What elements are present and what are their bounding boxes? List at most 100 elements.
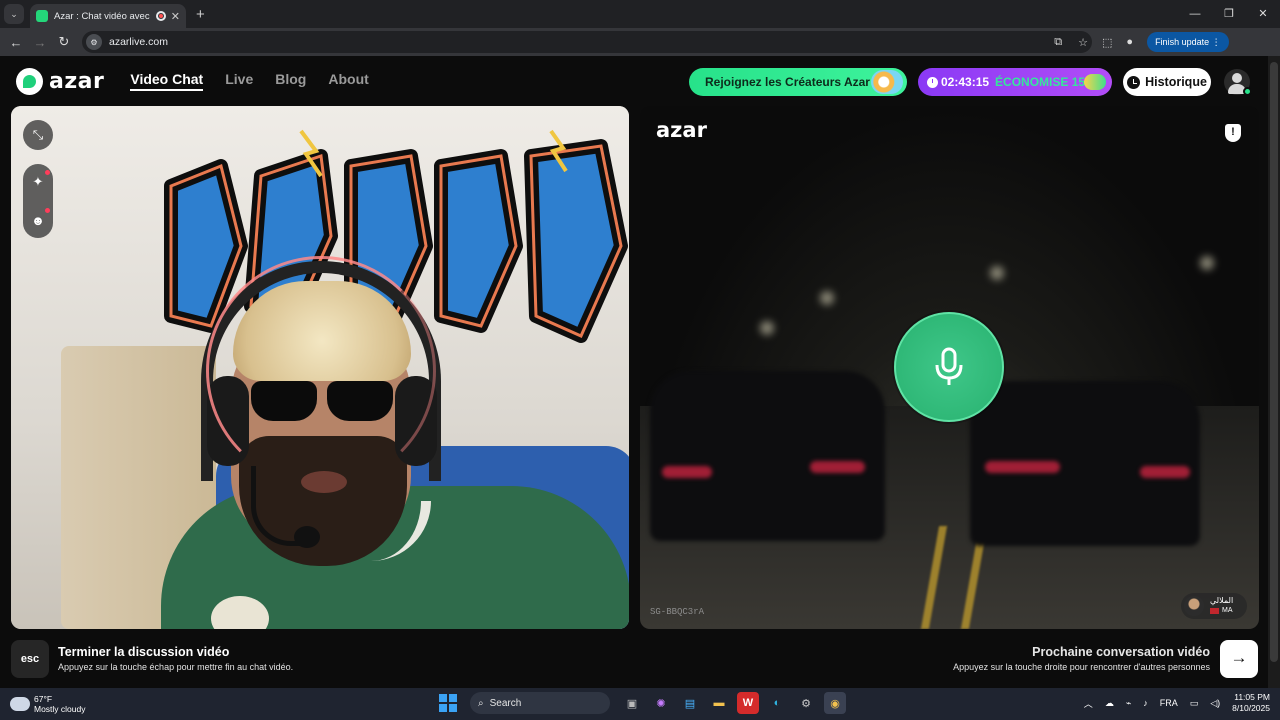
next-chat-arrow-button[interactable]: →	[1220, 640, 1258, 678]
network-icon[interactable]: ⌁	[1126, 698, 1131, 709]
install-app-icon[interactable]: ⧉	[1054, 36, 1062, 49]
browser-tab-bar: ⌄ Azar : Chat vidéo avec de n ✕ + — ❐ ✕	[0, 0, 1280, 28]
top-navbar: azar Video Chat Live Blog About Rejoigne…	[0, 56, 1268, 106]
volume-icon[interactable]: ◁)	[1210, 698, 1220, 709]
end-chat-hint: Appuyez sur la touche échap pour mettre …	[58, 662, 294, 672]
nav-blog[interactable]: Blog	[275, 71, 306, 91]
settings-gear-icon[interactable]: ⚙	[795, 692, 817, 714]
clock-date: 8/10/2025	[1232, 703, 1270, 713]
peer-country-code: MA	[1222, 607, 1233, 614]
extensions-icon[interactable]: ⬚	[1102, 36, 1112, 49]
tail-light	[1140, 466, 1190, 478]
browser-toolbar: ← → ↻ ⚙ azarlive.com ⧉ ☆ ⬚ ● Finish upda…	[0, 28, 1280, 56]
page-scrollbar[interactable]	[1268, 56, 1280, 688]
camera-tools: ⤡ ✦ ☻	[23, 120, 53, 238]
tab-search-button[interactable]: ⌄	[4, 4, 24, 24]
clock-icon	[1127, 75, 1141, 89]
tail-light	[810, 461, 865, 473]
self-video-panel: ⤡ ✦ ☻	[11, 106, 629, 629]
main-nav: Video Chat Live Blog About	[130, 71, 369, 91]
tail-light	[662, 466, 712, 478]
peer-video-panel: azar ! SG-BBQC3rA الملالي MA	[640, 106, 1259, 629]
site-info-icon[interactable]: ⚙	[86, 34, 102, 50]
azar-favicon-icon	[36, 10, 48, 22]
nav-video-chat[interactable]: Video Chat	[130, 71, 204, 91]
new-tab-button[interactable]: +	[196, 6, 205, 23]
taskbar-clock[interactable]: 11:05 PM 8/10/2025	[1232, 692, 1270, 714]
forward-button[interactable]: →	[28, 35, 52, 50]
file-explorer-icon[interactable]: ▬	[708, 692, 730, 714]
minimize-video-icon[interactable]: ⤡	[23, 120, 53, 150]
gems-icon	[1084, 74, 1106, 90]
taskbar-search[interactable]: ⌕ Search	[470, 692, 610, 714]
close-window-button[interactable]: ✕	[1246, 0, 1280, 28]
morocco-flag-icon	[1210, 608, 1219, 614]
online-status-dot	[1243, 87, 1252, 96]
street-light	[1200, 256, 1214, 270]
microphone-icon	[935, 347, 963, 385]
address-bar[interactable]: ⚙ azarlive.com ⧉ ☆	[82, 31, 1092, 53]
tray-overflow-chevron-icon[interactable]: ︿	[1084, 697, 1093, 710]
mic-tray-icon[interactable]: ♪	[1143, 698, 1148, 708]
profile-icon[interactable]: ●	[1126, 36, 1133, 48]
weather-widget[interactable]: 67°F Mostly cloudy	[10, 693, 86, 714]
user-avatar-icon[interactable]	[1224, 69, 1252, 96]
language-indicator[interactable]: FRA	[1160, 698, 1178, 708]
azar-logo-icon	[16, 67, 43, 95]
scrollbar-thumb[interactable]	[1270, 62, 1278, 662]
nav-about[interactable]: About	[328, 71, 368, 91]
url-text: azarlive.com	[109, 36, 168, 48]
restore-button[interactable]: ❐	[1212, 0, 1246, 28]
peer-profile-tag[interactable]: الملالي MA	[1181, 593, 1247, 619]
task-view-icon[interactable]: ▣	[621, 692, 643, 714]
next-chat-hint: Appuyez sur la touche droite pour rencon…	[953, 662, 1210, 672]
face-filter-icon[interactable]: ☻	[26, 208, 50, 232]
minimize-button[interactable]: —	[1178, 0, 1212, 28]
windows-start-icon[interactable]	[439, 694, 457, 712]
street-light	[990, 266, 1004, 280]
history-button[interactable]: Historique	[1123, 68, 1211, 96]
reload-button[interactable]: ↻	[52, 34, 76, 50]
wps-office-icon[interactable]: W	[737, 692, 759, 714]
peer-avatar	[1184, 596, 1204, 616]
peer-name: الملالي	[1210, 596, 1234, 605]
browser-tab-azar[interactable]: Azar : Chat vidéo avec de n ✕	[30, 4, 186, 28]
session-id: SG-BBQC3rA	[650, 607, 705, 617]
promo-offer-button[interactable]: 02:43:15 ÉCONOMISE 15%	[918, 68, 1112, 96]
street-light	[760, 321, 774, 335]
end-chat-esc-button[interactable]: esc	[11, 640, 49, 678]
end-chat-title: Terminer la discussion vidéo	[58, 645, 230, 659]
taskbar-apps: ⌕ Search ▣ ✺ ▤ ▬ W ◐ ⚙ ◉	[439, 692, 846, 714]
headset-rgb-light	[206, 256, 436, 486]
nav-live[interactable]: Live	[225, 71, 253, 91]
chrome-icon[interactable]: ◉	[824, 692, 846, 714]
audio-only-mic-indicator	[894, 312, 1004, 422]
close-tab-icon[interactable]: ✕	[171, 10, 180, 23]
azar-logo[interactable]: azar	[16, 67, 105, 95]
bookmark-star-icon[interactable]: ☆	[1078, 36, 1088, 49]
history-label: Historique	[1145, 75, 1207, 89]
edge-icon[interactable]: ◐	[766, 692, 788, 714]
search-icon: ⌕	[478, 697, 484, 709]
sparkle-effects-icon[interactable]: ✦	[26, 170, 50, 194]
promo-discount: ÉCONOMISE 15%	[995, 75, 1096, 89]
azar-logo-text: azar	[49, 68, 105, 94]
car-left	[650, 371, 885, 541]
peer-azar-watermark: azar	[656, 118, 707, 142]
onedrive-icon[interactable]: ☁	[1105, 698, 1114, 709]
store-icon[interactable]: ▤	[679, 692, 701, 714]
system-tray: ︿ ☁ ⌁ ♪ FRA ▭ ◁) 11:05 PM 8/10/2025	[1084, 692, 1270, 714]
cloudy-weather-icon	[10, 693, 30, 711]
display-icon[interactable]: ▭	[1190, 698, 1199, 709]
finish-update-button[interactable]: Finish update ⋮	[1147, 32, 1229, 52]
join-creators-label: Rejoignez les Créateurs Azar	[705, 75, 870, 89]
join-creators-button[interactable]: Rejoignez les Créateurs Azar	[689, 68, 907, 96]
weather-temp: 67°F	[34, 694, 53, 704]
azar-app: azar Video Chat Live Blog About Rejoigne…	[0, 56, 1268, 688]
tab-title: Azar : Chat vidéo avec de n	[54, 10, 151, 22]
chat-controls: esc Terminer la discussion vidéo Appuyez…	[0, 637, 1268, 683]
copilot-icon[interactable]: ✺	[650, 692, 672, 714]
weather-desc: Mostly cloudy	[34, 704, 86, 714]
back-button[interactable]: ←	[4, 35, 28, 50]
report-shield-icon[interactable]: !	[1225, 124, 1241, 142]
